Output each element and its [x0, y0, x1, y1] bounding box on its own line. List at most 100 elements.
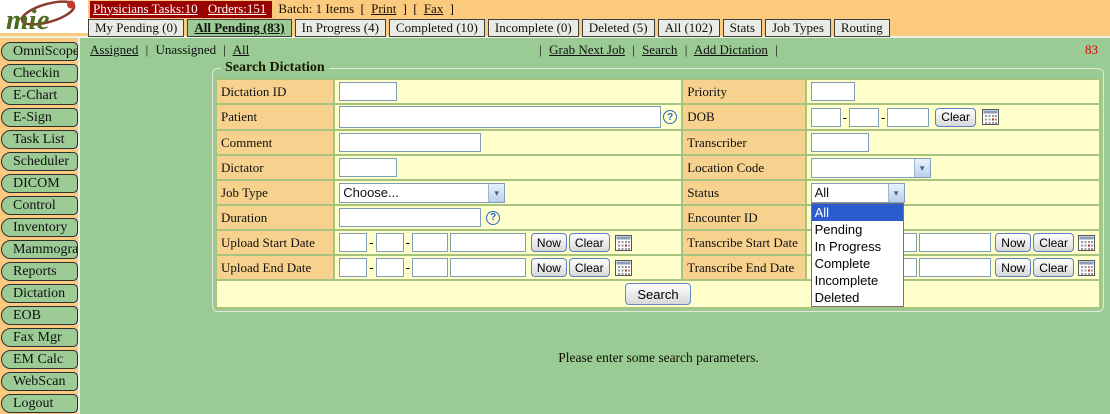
transcribe-end-clear-button[interactable]: Clear: [1033, 258, 1074, 277]
status-option-all[interactable]: All: [812, 204, 903, 221]
sidebar-item-dictation[interactable]: Dictation: [1, 284, 78, 303]
dictator-input[interactable]: [339, 158, 397, 177]
upload-end-day-input[interactable]: [412, 258, 448, 277]
sidebar-item-e-sign[interactable]: E-Sign: [1, 108, 78, 127]
sidebar-item-inventory[interactable]: Inventory: [1, 218, 78, 237]
calendar-icon[interactable]: [615, 260, 632, 276]
tab-routing[interactable]: Routing: [834, 19, 890, 37]
label-transcriber: Transcriber: [683, 131, 804, 154]
upload-start-time-input[interactable]: [450, 233, 526, 252]
status-option-deleted[interactable]: Deleted: [812, 289, 903, 306]
logo[interactable]: mie: [0, 0, 88, 33]
upload-start-year-input[interactable]: [339, 233, 367, 252]
sidebar-item-eob[interactable]: EOB: [1, 306, 78, 325]
sidebar-item-webscan[interactable]: WebScan: [1, 372, 78, 391]
sidebar-item-em-calc[interactable]: EM Calc: [1, 350, 78, 369]
dob-clear-button[interactable]: Clear: [935, 108, 976, 127]
sidebar-item-mammography[interactable]: Mammogra: [1, 240, 78, 259]
logo-orbit-dot: [67, 1, 75, 9]
table-row: Job Type Choose... ▾ Status All ▾ All Pe…: [217, 181, 1099, 204]
job-type-select[interactable]: Choose... ▾: [339, 183, 505, 203]
tab-my-pending[interactable]: My Pending (0): [88, 19, 184, 37]
location-code-select[interactable]: ▾: [811, 158, 931, 178]
upload-end-year-input[interactable]: [339, 258, 367, 277]
upload-start-day-input[interactable]: [412, 233, 448, 252]
status-select[interactable]: All ▾ All Pending In Progress Complete I…: [811, 183, 905, 203]
tab-all-pending[interactable]: All Pending (83): [187, 19, 291, 37]
status-dropdown: All Pending In Progress Complete Incompl…: [811, 203, 904, 307]
action-links: | Grab Next Job | Search | Add Dictation…: [212, 42, 1105, 58]
job-type-value: Choose...: [340, 184, 488, 202]
transcriber-input[interactable]: [811, 133, 869, 152]
tab-incomplete[interactable]: Incomplete (0): [488, 19, 579, 37]
location-code-value: [812, 159, 914, 177]
dob-day-input[interactable]: [887, 108, 929, 127]
tab-job-types[interactable]: Job Types: [765, 19, 831, 37]
priority-input[interactable]: [811, 82, 855, 101]
orders-link[interactable]: Orders:151: [208, 1, 267, 16]
transcribe-end-time-input[interactable]: [919, 258, 991, 277]
sidebar-item-logout[interactable]: Logout: [1, 394, 78, 413]
upload-end-now-button[interactable]: Now: [531, 258, 567, 277]
separator: |: [146, 42, 149, 57]
sidebar-item-fax-mgr[interactable]: Fax Mgr: [1, 328, 78, 347]
assigned-link[interactable]: Assigned: [90, 42, 138, 57]
add-dictation-link[interactable]: Add Dictation: [694, 42, 768, 57]
batch-info: Batch: 1 Items [ Print ] [ Fax ]: [278, 1, 457, 17]
status-option-complete[interactable]: Complete: [812, 255, 903, 272]
sidebar-item-scheduler[interactable]: Scheduler: [1, 152, 78, 171]
tab-completed[interactable]: Completed (10): [389, 19, 485, 37]
help-icon[interactable]: ?: [663, 110, 677, 124]
tab-stats[interactable]: Stats: [723, 19, 762, 37]
grab-next-job-link[interactable]: Grab Next Job: [549, 42, 625, 57]
transcribe-end-now-button[interactable]: Now: [995, 258, 1031, 277]
mie-logo-graphic: mie: [0, 0, 88, 33]
transcribe-start-now-button[interactable]: Now: [995, 233, 1031, 252]
unassigned-current[interactable]: Unassigned: [156, 42, 217, 57]
dictation-id-input[interactable]: [339, 82, 397, 101]
status-option-in-progress[interactable]: In Progress: [812, 238, 903, 255]
upload-start-now-button[interactable]: Now: [531, 233, 567, 252]
sidebar-item-dicom[interactable]: DICOM: [1, 174, 78, 193]
sidebar-item-reports[interactable]: Reports: [1, 262, 78, 281]
print-link[interactable]: Print: [371, 1, 396, 16]
dob-year-input[interactable]: [811, 108, 841, 127]
chevron-down-icon: ▾: [888, 184, 904, 202]
comment-input[interactable]: [339, 133, 481, 152]
calendar-icon[interactable]: [1078, 235, 1095, 251]
duration-input[interactable]: [339, 208, 481, 227]
status-option-incomplete[interactable]: Incomplete: [812, 272, 903, 289]
fax-link[interactable]: Fax: [424, 1, 444, 16]
transcribe-start-clear-button[interactable]: Clear: [1033, 233, 1074, 252]
tab-all[interactable]: All (102): [658, 19, 720, 37]
label-status: Status: [683, 181, 804, 204]
transcribe-start-time-input[interactable]: [919, 233, 991, 252]
dob-month-input[interactable]: [849, 108, 879, 127]
search-link[interactable]: Search: [642, 42, 677, 57]
tab-deleted[interactable]: Deleted (5): [582, 19, 655, 37]
tab-in-progress[interactable]: In Progress (4): [295, 19, 386, 37]
logo-text: mie: [6, 4, 50, 33]
dash: -: [369, 235, 373, 250]
upload-start-month-input[interactable]: [376, 233, 404, 252]
upload-start-clear-button[interactable]: Clear: [569, 233, 610, 252]
status-option-pending[interactable]: Pending: [812, 221, 903, 238]
calendar-icon[interactable]: [982, 109, 999, 125]
upload-end-time-input[interactable]: [450, 258, 526, 277]
sidebar-item-task-list[interactable]: Task List: [1, 130, 78, 149]
physicians-tasks-link[interactable]: Physicians Tasks:10: [93, 1, 198, 16]
label-transcribe-end-date: Transcribe End Date: [683, 256, 804, 279]
upload-end-month-input[interactable]: [376, 258, 404, 277]
sidebar-item-checkin[interactable]: Checkin: [1, 64, 78, 83]
help-icon[interactable]: ?: [486, 211, 500, 225]
calendar-icon[interactable]: [1078, 260, 1095, 276]
sidebar-item-control[interactable]: Control: [1, 196, 78, 215]
sidebar-item-omniscope[interactable]: OmniScope: [1, 42, 78, 61]
label-job-type: Job Type: [217, 181, 333, 204]
patient-input[interactable]: [339, 106, 661, 128]
sidebar-item-e-chart[interactable]: E-Chart: [1, 86, 78, 105]
calendar-icon[interactable]: [615, 235, 632, 251]
search-button[interactable]: Search: [625, 283, 690, 305]
separator: |: [685, 42, 688, 57]
upload-end-clear-button[interactable]: Clear: [569, 258, 610, 277]
